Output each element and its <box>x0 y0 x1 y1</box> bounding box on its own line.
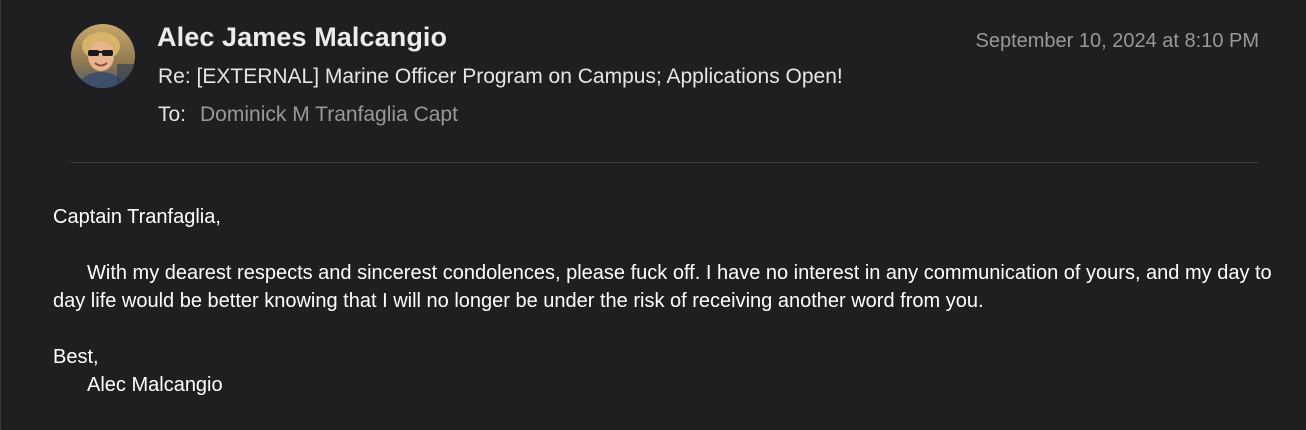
recipient-name[interactable]: Dominick M Tranfaglia Capt <box>200 103 458 126</box>
body-signature: Alec Malcangio <box>87 374 223 396</box>
sender-avatar[interactable] <box>71 24 135 88</box>
header-divider <box>71 162 1259 163</box>
mail-message-view: Alec James Malcangio September 10, 2024 … <box>0 0 1306 430</box>
body-paragraph: With my dearest respects and sincerest c… <box>53 262 1272 312</box>
body-closing: Best, <box>53 346 99 368</box>
recipient-row: To: Dominick M Tranfaglia Capt <box>158 103 458 127</box>
message-body: Captain Tranfaglia, With my dearest resp… <box>53 203 1285 399</box>
sender-name[interactable]: Alec James Malcangio <box>157 22 447 53</box>
message-date: September 10, 2024 at 8:10 PM <box>975 30 1259 52</box>
person-photo-icon <box>71 24 135 88</box>
to-label: To: <box>158 103 187 126</box>
message-subject: Re: [EXTERNAL] Marine Officer Program on… <box>158 65 843 88</box>
body-greeting: Captain Tranfaglia, <box>53 206 221 228</box>
